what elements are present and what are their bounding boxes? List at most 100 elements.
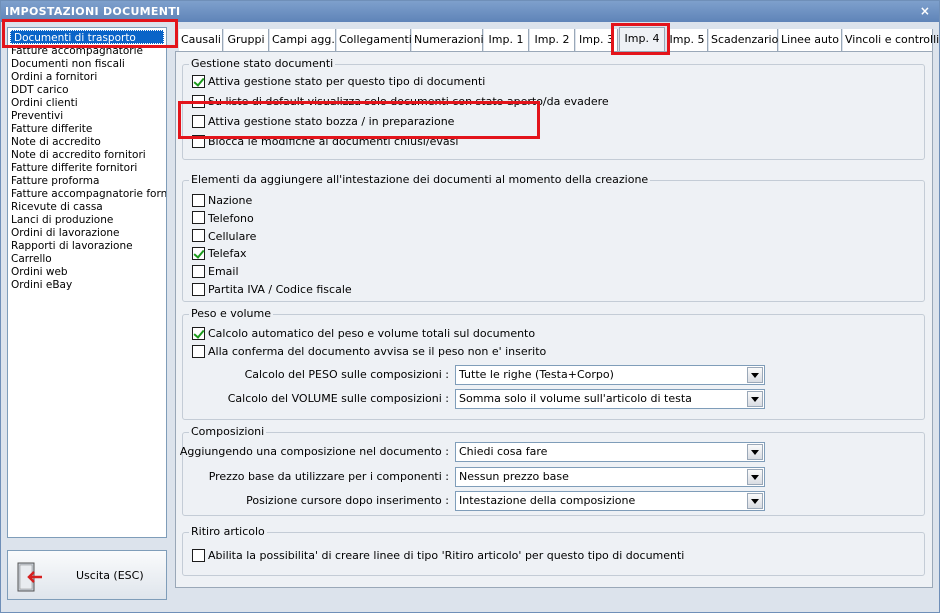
- option-telefax[interactable]: Telefax: [192, 246, 247, 261]
- close-icon[interactable]: ×: [917, 3, 933, 19]
- chevron-down-icon[interactable]: [747, 468, 763, 485]
- checkbox-unchecked[interactable]: [192, 229, 205, 243]
- tab-causali[interactable]: Causali: [179, 29, 223, 51]
- exit-button[interactable]: Uscita (ESC): [7, 550, 167, 600]
- sidebar-item-documenti-non-fiscali[interactable]: Documenti non fiscali: [8, 58, 166, 71]
- tab-imp-2[interactable]: Imp. 2: [530, 29, 575, 51]
- checkbox-unchecked[interactable]: [192, 134, 205, 148]
- tab-panel-imp4: Gestione stato documenti Attiva gestione…: [175, 51, 933, 588]
- field-label: Aggiungendo una composizione nel documen…: [179, 445, 449, 458]
- sidebar-item-ordini-web[interactable]: Ordini web: [8, 266, 166, 279]
- tab-linee-auto[interactable]: Linee auto: [779, 29, 842, 51]
- option-label: Alla conferma del documento avvisa se il…: [208, 345, 547, 358]
- sidebar-item-documenti-di-trasporto[interactable]: Documenti di trasporto: [10, 30, 164, 44]
- settings-window: IMPOSTAZIONI DOCUMENTI × Documenti di tr…: [0, 0, 940, 613]
- option-label: Email: [208, 265, 239, 279]
- dropdown-aggiungendo-una-composizione-n[interactable]: Chiedi cosa fare: [455, 442, 765, 462]
- option-nazione[interactable]: Nazione: [192, 193, 252, 208]
- option-partita-iva-codice-fiscale[interactable]: Partita IVA / Codice fiscale: [192, 282, 352, 297]
- option-blocca-le-modifiche-ai-documenti-chiusi-[interactable]: Blocca le modifiche ai documenti chiusi/…: [192, 134, 458, 149]
- option-alla-conferma-del-documento-avvisa-se-il[interactable]: Alla conferma del documento avvisa se il…: [192, 344, 546, 359]
- checkbox-unchecked[interactable]: [192, 344, 205, 358]
- dropdown-posizione-cursore-dopo-inserim[interactable]: Intestazione della composizione: [455, 491, 765, 511]
- group-title: Composizioni: [189, 425, 267, 438]
- checkbox-unchecked[interactable]: [192, 282, 205, 296]
- checkbox-checked[interactable]: [192, 246, 205, 260]
- checkbox-unchecked[interactable]: [192, 94, 205, 108]
- tab-gruppi[interactable]: Gruppi: [224, 29, 269, 51]
- sidebar-item-fatture-differite-fornitori[interactable]: Fatture differite fornitori: [8, 162, 166, 175]
- chevron-down-icon[interactable]: [747, 493, 763, 509]
- sidebar-item-ordini-clienti[interactable]: Ordini clienti: [8, 97, 166, 110]
- option-label: Partita IVA / Codice fiscale: [208, 283, 352, 296]
- document-type-list[interactable]: Documenti di trasporto Fatture accompagna…: [7, 27, 167, 538]
- chevron-down-icon[interactable]: [747, 367, 763, 383]
- tab-imp-1[interactable]: Imp. 1: [484, 29, 529, 51]
- option-label: Abilita la possibilita' di creare linee …: [208, 549, 685, 562]
- sidebar-item-fatture-differite[interactable]: Fatture differite: [8, 123, 166, 136]
- tab-scadenzario[interactable]: Scadenzario: [709, 29, 778, 51]
- checkbox-checked[interactable]: [192, 326, 205, 340]
- sidebar-item-fatture-proforma[interactable]: Fatture proforma: [8, 175, 166, 188]
- sidebar-item-note-di-accredito[interactable]: Note di accredito: [8, 136, 166, 149]
- sidebar-item-rapporti-di-lavorazione[interactable]: Rapporti di lavorazione: [8, 240, 166, 253]
- field-label: Posizione cursore dopo inserimento :: [246, 494, 449, 507]
- option-abilita-la-possibilita-di-creare-linee-d[interactable]: Abilita la possibilita' di creare linee …: [192, 548, 684, 563]
- option-telefono[interactable]: Telefono: [192, 211, 254, 226]
- dropdown-prezzo-base-da-utilizzare-per-[interactable]: Nessun prezzo base: [455, 466, 765, 487]
- group-gestione-stato: Gestione stato documenti Attiva gestione…: [182, 57, 925, 160]
- checkbox-unchecked[interactable]: [192, 114, 205, 128]
- sidebar-item-lanci-di-produzione[interactable]: Lanci di produzione: [8, 214, 166, 227]
- tab-vincoli-e-controlli[interactable]: Vincoli e controlli: [843, 29, 939, 51]
- option-attiva-gestione-stato-per-questo-tipo-di[interactable]: Attiva gestione stato per questo tipo di…: [192, 74, 485, 89]
- option-email[interactable]: Email: [192, 264, 239, 279]
- option-su-liste-di-default-visualizza-solo-docu[interactable]: Su liste di default visualizza solo docu…: [192, 94, 609, 109]
- tab-imp-5[interactable]: Imp. 5: [667, 29, 708, 51]
- sidebar-item-fatture-accompagnatorie[interactable]: Fatture accompagnatorie: [8, 45, 166, 58]
- dropdown-value: Somma solo il volume sull'articolo di te…: [459, 392, 692, 405]
- option-label: Attiva gestione stato per questo tipo di…: [208, 75, 486, 88]
- option-cellulare[interactable]: Cellulare: [192, 229, 256, 244]
- checkbox-checked[interactable]: [192, 74, 205, 88]
- tab-imp-3[interactable]: Imp. 3: [576, 29, 618, 51]
- option-label: Calcolo automatico del peso e volume tot…: [208, 327, 536, 340]
- option-label: Telefono: [208, 211, 254, 225]
- tab-collegamenti[interactable]: Collegamenti: [337, 29, 412, 51]
- tab-numerazioni[interactable]: Numerazioni: [412, 29, 484, 51]
- chevron-down-icon[interactable]: [747, 444, 763, 460]
- sidebar-item-ordini-a-fornitori[interactable]: Ordini a fornitori: [8, 71, 166, 84]
- option-calcolo-automatico-del-peso-e-volume-tot[interactable]: Calcolo automatico del peso e volume tot…: [192, 326, 535, 341]
- dropdown-value: Chiedi cosa fare: [459, 445, 548, 458]
- checkbox-unchecked[interactable]: [192, 548, 205, 562]
- dropdown-calcolo-del-peso-sulle-composi[interactable]: Tutte le righe (Testa+Corpo): [455, 365, 765, 385]
- exit-door-icon: [17, 562, 42, 592]
- sidebar-item-note-di-accredito-fornitori[interactable]: Note di accredito fornitori: [8, 149, 166, 162]
- group-title: Ritiro articolo: [189, 525, 267, 538]
- field-label: Calcolo del VOLUME sulle composizioni :: [227, 392, 449, 405]
- option-label: Nazione: [208, 194, 253, 207]
- sidebar-item-ddt-carico[interactable]: DDT carico: [8, 84, 166, 97]
- sidebar-item-ricevute-di-cassa[interactable]: Ricevute di cassa: [8, 201, 166, 214]
- field-label: Calcolo del PESO sulle composizioni :: [244, 368, 449, 381]
- group-composizioni: Composizioni Aggiungendo una composizion…: [179, 425, 925, 516]
- checkbox-unchecked[interactable]: [192, 193, 205, 207]
- exit-button-label: Uscita (ESC): [76, 569, 144, 582]
- group-title: Gestione stato documenti: [189, 57, 336, 70]
- sidebar-item-fatture-accompagnatorie-fornitori[interactable]: Fatture accompagnatorie fornitori: [8, 188, 166, 201]
- checkbox-unchecked[interactable]: [192, 211, 205, 225]
- tab-campi-agg[interactable]: Campi agg.: [270, 29, 336, 51]
- group-peso-volume: Peso e volume Calcolo automatico del pes…: [182, 307, 925, 420]
- sidebar-item-ordini-di-lavorazione[interactable]: Ordini di lavorazione: [8, 227, 166, 240]
- tab-strip: Causali Gruppi Campi agg. Collegamenti Numer…: [175, 27, 939, 51]
- checkbox-unchecked[interactable]: [192, 264, 205, 278]
- tab-imp-4[interactable]: Imp. 4: [619, 27, 665, 51]
- sidebar-item-carrello[interactable]: Carrello: [8, 253, 166, 266]
- group-title: Elementi da aggiungere all'intestazione …: [189, 173, 651, 186]
- option-label: Su liste di default visualizza solo docu…: [208, 95, 609, 108]
- option-attiva-gestione-stato-bozza-in-preparazi[interactable]: Attiva gestione stato bozza / in prepara…: [192, 114, 454, 129]
- option-label: Cellulare: [208, 229, 257, 243]
- chevron-down-icon[interactable]: [747, 391, 763, 407]
- sidebar-item-ordini-ebay[interactable]: Ordini eBay: [8, 279, 166, 292]
- sidebar-item-preventivi[interactable]: Preventivi: [8, 110, 166, 123]
- dropdown-calcolo-del-volume-sulle-compo[interactable]: Somma solo il volume sull'articolo di te…: [455, 389, 765, 409]
